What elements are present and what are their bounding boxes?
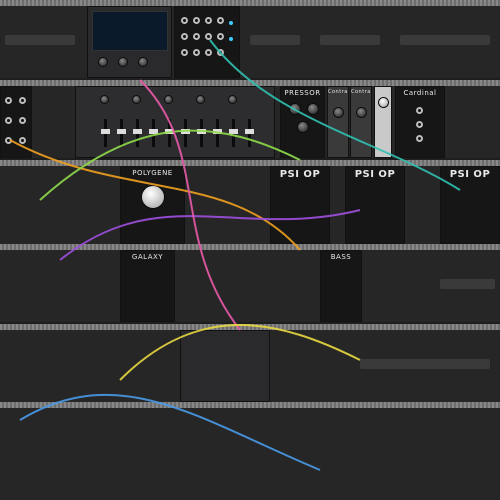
psi-op-module-3[interactable]: PSI OP (440, 166, 500, 244)
bass-module[interactable]: BASS (320, 250, 362, 322)
psi-op-title: PSI OP (354, 169, 396, 180)
psi-op-module-1[interactable]: PSI OP (270, 166, 330, 244)
scope-knob[interactable] (138, 57, 148, 67)
contrast-module-2[interactable]: Contrast (350, 86, 372, 158)
galaxy-module[interactable]: GALAXY (120, 250, 175, 322)
rack-row-6 (0, 408, 500, 500)
psi-op-title: PSI OP (449, 169, 491, 180)
mixer-module[interactable] (75, 86, 275, 158)
polygene-title: POLYGENE (132, 169, 173, 177)
sequencer-module-2[interactable] (180, 330, 270, 402)
contrast-title: Contrast (351, 89, 371, 95)
rack-rail (0, 160, 500, 166)
rack-rail (0, 0, 500, 6)
contrast-module-1[interactable]: Contrast (327, 86, 349, 158)
contrast-title: Contrast (328, 89, 348, 95)
rack-row-4 (0, 250, 500, 322)
sequencer-module[interactable] (174, 6, 240, 78)
rack-canvas[interactable]: PRESSOR Contrast Contrast Cardinal POLYG… (0, 0, 500, 500)
scope-display (92, 11, 168, 51)
left-utility-module[interactable] (0, 86, 32, 158)
vca-module[interactable] (374, 86, 392, 158)
cardinal-title: Cardinal (403, 89, 437, 97)
galaxy-title: GALAXY (131, 253, 164, 261)
rack-rail (0, 402, 500, 408)
rack-row-3 (0, 166, 500, 244)
scope-module[interactable] (87, 6, 172, 78)
bass-title: BASS (330, 253, 352, 261)
pressor-title: PRESSOR (284, 89, 321, 97)
polygene-module[interactable]: POLYGENE (120, 166, 185, 244)
cardinal-module[interactable]: Cardinal (395, 86, 445, 158)
psi-op-module-2[interactable]: PSI OP (345, 166, 405, 244)
pressor-module[interactable]: PRESSOR (280, 86, 325, 158)
scope-knob[interactable] (118, 57, 128, 67)
rack-rail (0, 244, 500, 250)
scope-knob[interactable] (98, 57, 108, 67)
rack-row-1 (0, 6, 500, 78)
psi-op-title: PSI OP (279, 169, 321, 180)
